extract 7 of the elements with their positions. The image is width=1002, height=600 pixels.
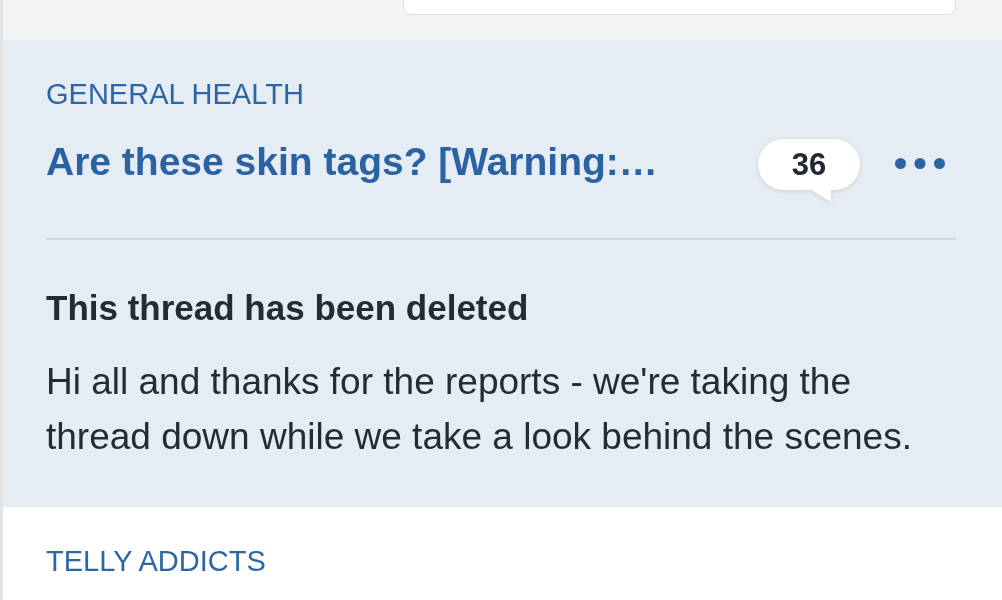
more-icon: [895, 157, 945, 169]
deleted-notice-heading: This thread has been deleted: [46, 287, 529, 329]
thread-title[interactable]: Are these skin tags? [Warning:…: [46, 139, 658, 185]
deleted-notice-message: Hi all and thanks for the reports - we're taking the thread down while we take a look behind the scenes.: [46, 360, 913, 459]
input-field[interactable]: [403, 0, 956, 15]
category-label[interactable]: TELLY ADDICTS: [46, 544, 266, 578]
category-label[interactable]: GENERAL HEALTH: [46, 77, 304, 111]
